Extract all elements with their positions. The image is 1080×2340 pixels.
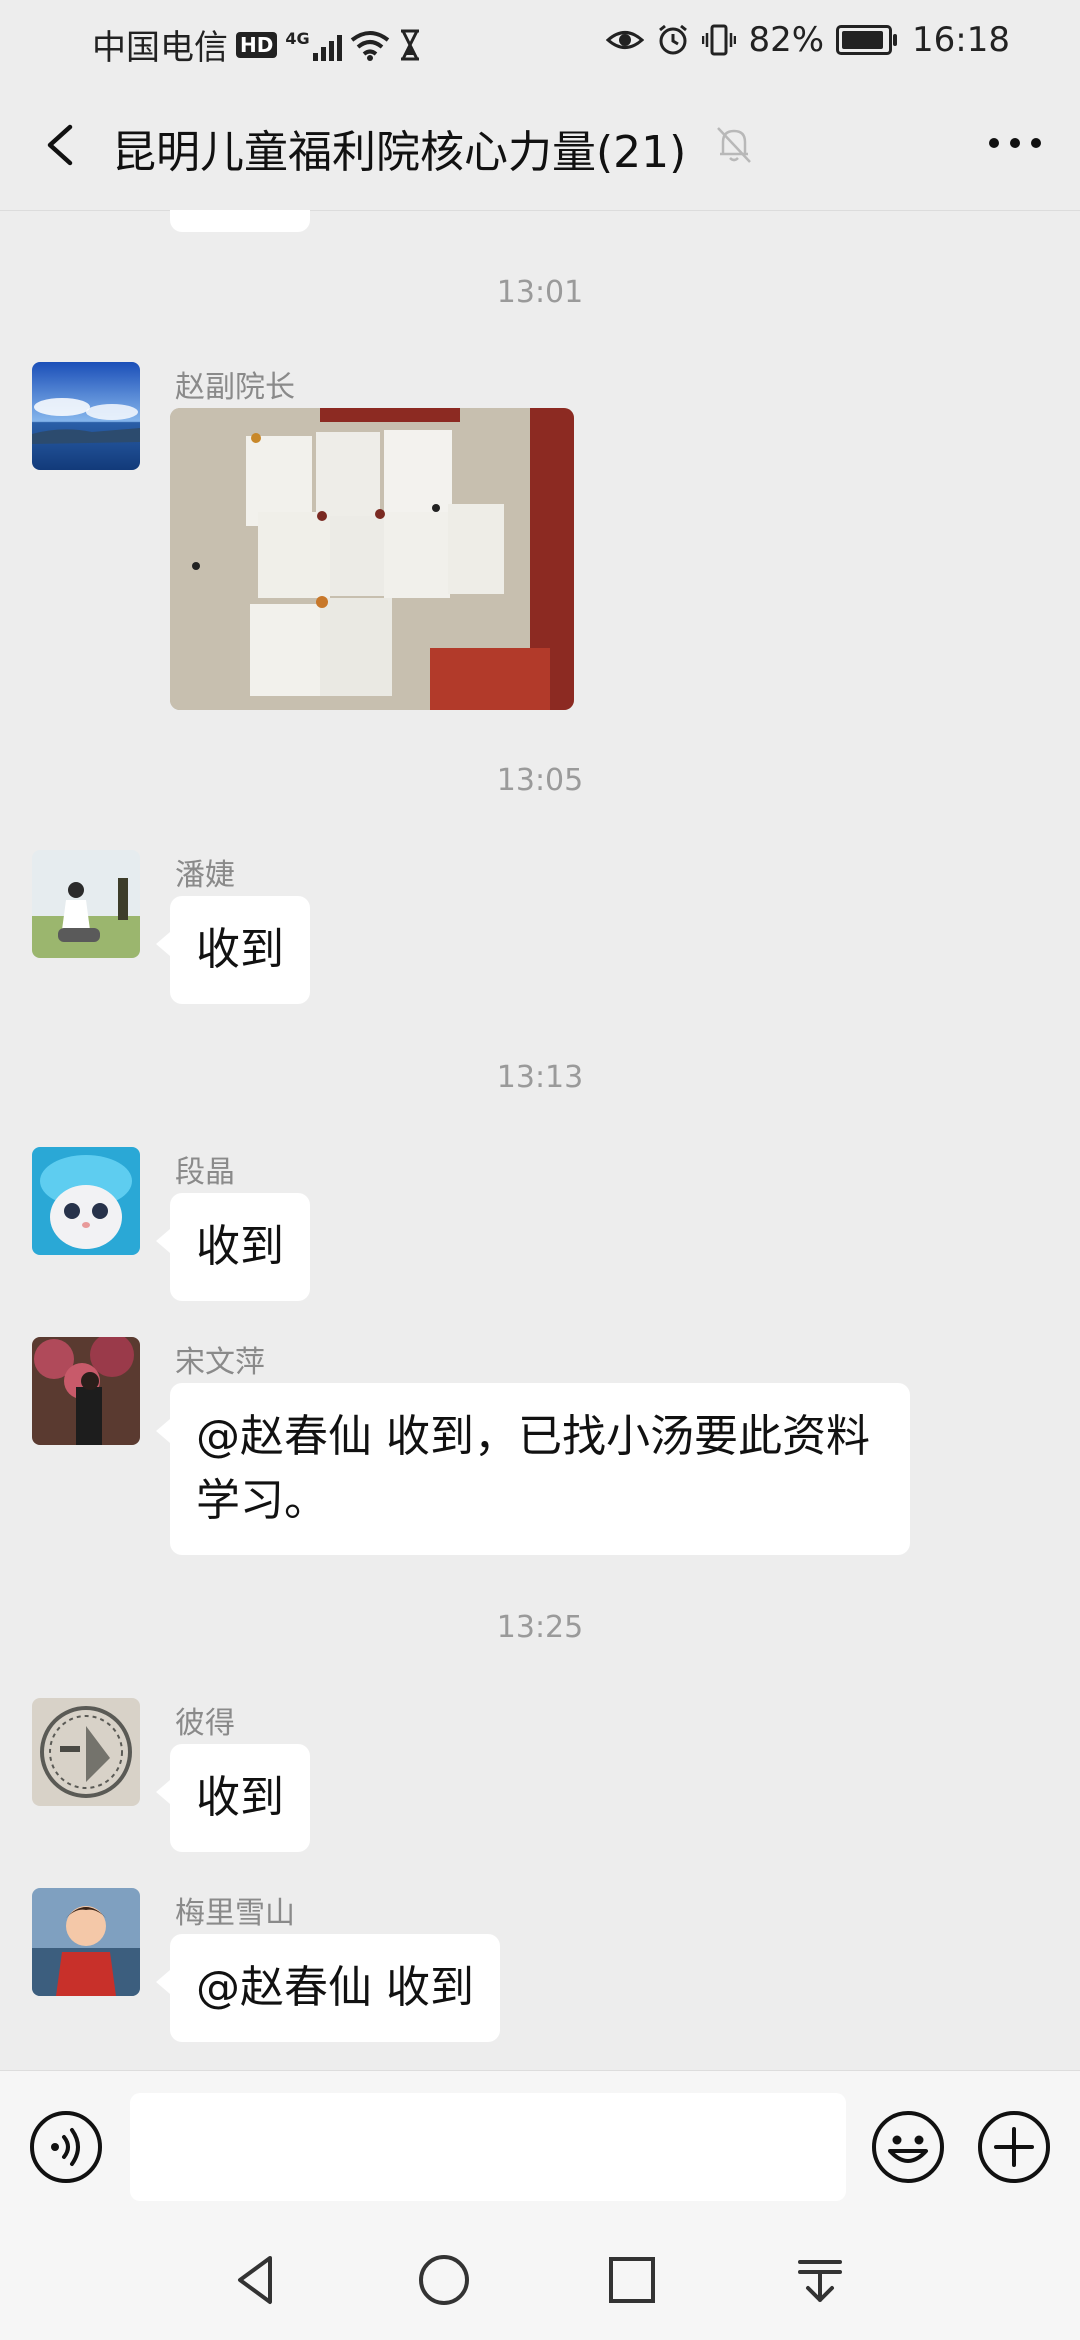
alarm-icon	[659, 24, 688, 55]
message-item: 潘婕 收到	[32, 850, 1032, 1010]
timestamp: 13:25	[496, 1610, 584, 1645]
sender-name: 潘婕	[175, 858, 235, 893]
message-bubble[interactable]: @赵春仙 收到，已找小汤要此资料 学习。	[156, 1383, 910, 1555]
bell-muted-icon	[717, 127, 751, 163]
message-list[interactable]: 13:01 赵副院长 13:05 潘婕 收到 13:13 段晶 收到 宋文萍 @…	[0, 210, 1080, 2070]
message-input[interactable]	[130, 2093, 846, 2201]
avatar[interactable]	[32, 1888, 140, 1996]
chat-screen: 中国电信 HD 4G 82% 16:18 昆明儿童福利院核心力量(21) 13:…	[0, 0, 1080, 2340]
battery-icon	[836, 25, 898, 55]
timestamp: 13:13	[496, 1060, 584, 1095]
battery-fill	[842, 31, 884, 49]
message-item: 赵副院长	[32, 362, 1032, 722]
more-dots-icon[interactable]	[980, 118, 1050, 168]
message-text-line: 学习。	[196, 1475, 328, 1526]
message-item: 梅里雪山 @赵春仙 收到	[32, 1888, 1032, 2048]
hourglass-icon	[400, 29, 419, 60]
image-message[interactable]	[170, 408, 574, 710]
message-item: 段晶 收到	[32, 1147, 1032, 1307]
timestamp: 13:01	[496, 275, 584, 310]
avatar[interactable]	[32, 1337, 140, 1445]
status-left: 中国电信 HD 4G	[92, 20, 422, 69]
message-item: 宋文萍 @赵春仙 收到，已找小汤要此资料 学习。	[32, 1337, 1032, 1567]
avatar[interactable]	[32, 1698, 140, 1806]
signal-icon: 4G	[285, 28, 342, 61]
sender-name: 赵副院长	[175, 370, 295, 405]
message-item: 彼得 收到	[32, 1698, 1032, 1858]
message-bubble[interactable]: @赵春仙 收到	[156, 1934, 500, 2042]
status-right: 82% 16:18	[606, 20, 1010, 60]
message-bubble[interactable]: 收到	[156, 1193, 310, 1301]
avatar[interactable]	[32, 850, 140, 958]
battery-percent: 82%	[748, 20, 825, 60]
message-text-line: @赵春仙 收到，已找小汤要此资料	[196, 1411, 870, 1462]
hd-badge: HD	[236, 31, 278, 58]
clock-time: 16:18	[912, 20, 1010, 60]
partial-message-bubble	[170, 210, 310, 232]
sender-name: 宋文萍	[175, 1345, 265, 1380]
eye-icon	[606, 31, 645, 49]
network-type: 4G	[285, 28, 310, 48]
voice-icon[interactable]	[28, 2109, 104, 2185]
carrier-name: 中国电信	[92, 28, 228, 68]
nav-home-icon[interactable]	[414, 2250, 474, 2310]
nav-back-icon[interactable]	[226, 2250, 286, 2310]
sender-name: 梅里雪山	[175, 1896, 295, 1931]
emoji-icon[interactable]	[870, 2109, 946, 2185]
back-arrow-icon[interactable]	[30, 115, 90, 175]
sender-name: 彼得	[175, 1706, 235, 1741]
vibrate-icon	[702, 24, 737, 56]
timestamp: 13:05	[496, 763, 584, 798]
sender-name: 段晶	[175, 1155, 235, 1190]
input-bar	[0, 2070, 1080, 2221]
plus-icon[interactable]	[976, 2109, 1052, 2185]
wifi-icon	[350, 30, 389, 61]
chat-header: 昆明儿童福利院核心力量(21)	[0, 80, 1080, 211]
avatar[interactable]	[32, 1147, 140, 1255]
avatar[interactable]	[32, 362, 140, 470]
message-bubble[interactable]: 收到	[156, 896, 310, 1004]
chat-title: 昆明儿童福利院核心力量(21)	[112, 127, 687, 178]
nav-recents-icon[interactable]	[602, 2250, 662, 2310]
message-bubble[interactable]: 收到	[156, 1744, 310, 1852]
status-bar: 中国电信 HD 4G 82% 16:18	[0, 0, 1080, 80]
system-nav-bar	[0, 2220, 1080, 2340]
nav-notification-icon[interactable]	[790, 2250, 850, 2310]
